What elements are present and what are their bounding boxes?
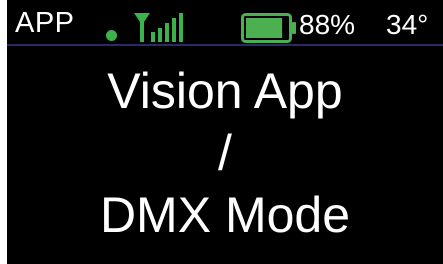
battery-level-fill — [246, 18, 283, 38]
app-mode-label: APP — [15, 7, 75, 39]
mode-subtitle-line: DMX Mode — [99, 187, 351, 243]
status-bar: APP 88% 34° — [7, 0, 443, 44]
mode-display: Vision App / DMX Mode — [7, 60, 443, 246]
signal-bar — [151, 32, 155, 42]
signal-bar — [179, 13, 183, 42]
mode-title-line: Vision App — [107, 63, 343, 119]
status-dot-icon — [106, 30, 117, 41]
signal-bar — [172, 18, 176, 42]
antenna-icon — [134, 13, 150, 42]
signal-bar — [165, 23, 169, 42]
battery-percentage: 88% — [299, 9, 356, 40]
signal-bar — [158, 28, 162, 42]
temperature-readout: 34° — [386, 9, 429, 40]
signal-bars-icon — [134, 13, 183, 42]
mode-separator-line: / — [218, 125, 232, 181]
status-divider — [7, 44, 443, 46]
device-screen: APP 88% 34° Vision App / DMX Mode — [7, 0, 443, 264]
battery-icon — [241, 13, 296, 43]
